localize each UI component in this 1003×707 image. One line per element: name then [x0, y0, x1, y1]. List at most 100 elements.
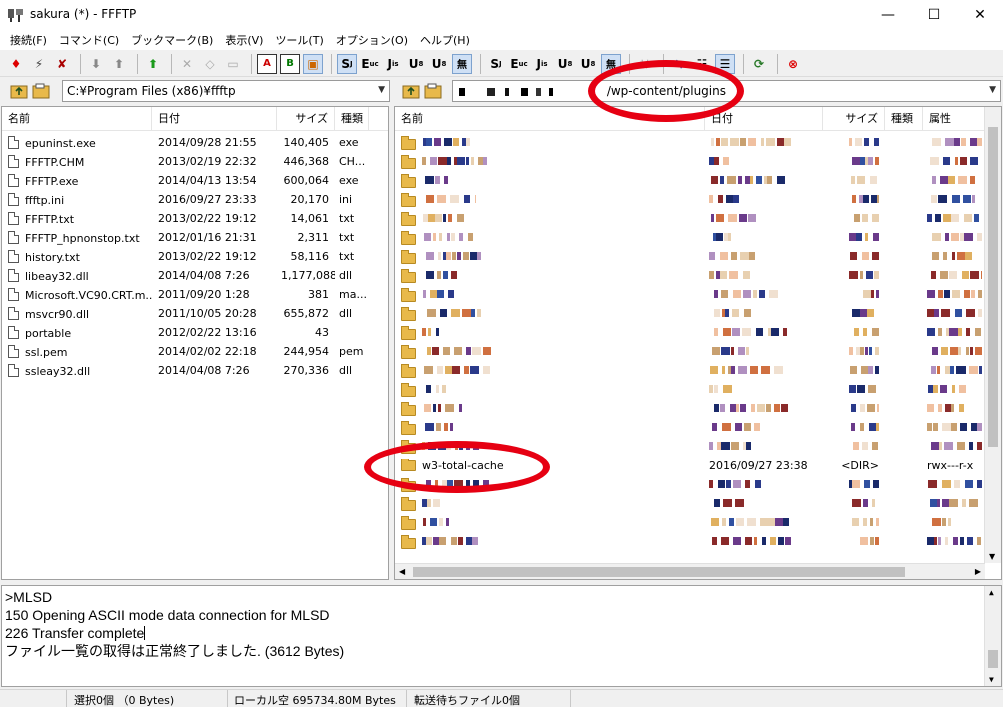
- remote-vscroll-thumb[interactable]: [988, 127, 998, 447]
- upload-icon[interactable]: ⬆: [109, 54, 129, 74]
- download-icon[interactable]: ⬇: [86, 54, 106, 74]
- scroll-left-icon[interactable]: ◀: [399, 567, 405, 576]
- local-path-combo[interactable]: C:¥Program Files (x86)¥ffftp ▼: [62, 80, 390, 102]
- remote-file-list[interactable]: 名前 日付 サイズ 種類 属性 w3-total-cache 2016/09/27…: [394, 106, 1002, 580]
- scroll-down-icon[interactable]: ▼: [989, 552, 995, 561]
- remote-folder-row-redacted[interactable]: [395, 266, 985, 285]
- rename-icon[interactable]: ◇: [200, 54, 220, 74]
- connect-icon[interactable]: ♦: [6, 54, 26, 74]
- quick-connect-icon[interactable]: ⚡: [29, 54, 49, 74]
- remote-col-size[interactable]: サイズ: [823, 107, 885, 131]
- local-file-row[interactable]: FFFTP_hpnonstop.txt 2012/01/16 21:31 2,311…: [2, 228, 369, 247]
- local-file-row[interactable]: portable 2012/02/22 13:16 43: [2, 323, 369, 342]
- remote-open-folder-icon[interactable]: [424, 82, 442, 100]
- scroll-down-icon[interactable]: ▼: [989, 675, 994, 684]
- local-file-row[interactable]: ssleay32.dll 2014/04/08 7:26 270,336 dll: [2, 361, 369, 380]
- remote-col-type[interactable]: 種類: [885, 107, 923, 131]
- remote-folder-row-redacted[interactable]: [395, 304, 985, 323]
- remote-folder-row-redacted[interactable]: [395, 380, 985, 399]
- remote-folder-row-redacted[interactable]: [395, 171, 985, 190]
- local-sjis-icon[interactable]: SJ: [486, 54, 506, 74]
- local-parent-folder-icon[interactable]: [10, 82, 28, 100]
- local-utf8bom-icon[interactable]: U8: [578, 54, 598, 74]
- remote-folder-row-redacted[interactable]: [395, 532, 985, 551]
- local-utf8n-icon[interactable]: U8: [555, 54, 575, 74]
- menu-view[interactable]: 表示(V): [219, 32, 269, 48]
- chevron-down-icon[interactable]: ▼: [989, 85, 996, 95]
- remote-col-attr[interactable]: 属性: [923, 107, 985, 131]
- host-utf8bom-icon[interactable]: U8: [429, 54, 449, 74]
- local-col-type[interactable]: 種類: [335, 107, 369, 131]
- host-no-convert-icon[interactable]: 無: [452, 53, 472, 74]
- menu-help[interactable]: ヘルプ(H): [414, 32, 476, 48]
- redacted-size: [823, 154, 885, 170]
- scroll-up-icon[interactable]: ▲: [989, 588, 994, 597]
- remote-folder-row-redacted[interactable]: [395, 494, 985, 513]
- local-jis-icon[interactable]: Jis: [532, 54, 552, 74]
- remote-horizontal-scrollbar[interactable]: ◀ ▶: [395, 563, 985, 579]
- local-file-row[interactable]: history.txt 2013/02/22 19:12 58,116 txt: [2, 247, 369, 266]
- menu-command[interactable]: コマンド(C): [53, 32, 125, 48]
- abort-icon[interactable]: ⊗: [783, 54, 803, 74]
- mirror-upload-icon[interactable]: ⬆: [143, 54, 163, 74]
- menu-options[interactable]: オプション(O): [330, 32, 414, 48]
- minimize-button[interactable]: —: [865, 0, 911, 30]
- maximize-button[interactable]: ☐: [911, 0, 957, 30]
- menu-bookmark[interactable]: ブックマーク(B): [125, 32, 219, 48]
- local-col-size[interactable]: サイズ: [277, 107, 335, 131]
- redacted-date: [705, 306, 823, 322]
- remote-hscroll-thumb[interactable]: [413, 567, 905, 577]
- local-file-row[interactable]: epuninst.exe 2014/09/28 21:55 140,405 exe: [2, 133, 369, 152]
- log-window[interactable]: >MLSD 150 Opening ASCII mode data connec…: [1, 585, 1002, 687]
- host-jis-icon[interactable]: Jis: [383, 54, 403, 74]
- menu-connect[interactable]: 接続(F): [4, 32, 53, 48]
- remote-folder-row-redacted[interactable]: [395, 361, 985, 380]
- local-file-row[interactable]: ffftp.ini 2016/09/27 23:33 20,170 ini: [2, 190, 369, 209]
- remote-folder-row-redacted[interactable]: [395, 418, 985, 437]
- remote-folder-row-redacted[interactable]: [395, 513, 985, 532]
- auto-mode-icon[interactable]: ▣: [303, 53, 323, 74]
- remote-parent-folder-icon[interactable]: [402, 82, 420, 100]
- ascii-mode-icon[interactable]: A: [257, 53, 277, 74]
- binary-mode-icon[interactable]: B: [280, 53, 300, 74]
- remote-folder-row-redacted[interactable]: [395, 152, 985, 171]
- local-file-list[interactable]: 名前 日付 サイズ 種類 epuninst.exe 2014/09/28 21:5…: [1, 106, 389, 580]
- scroll-right-icon[interactable]: ▶: [975, 567, 981, 576]
- chevron-down-icon[interactable]: ▼: [378, 85, 385, 95]
- redacted-name: [422, 213, 464, 227]
- local-col-name[interactable]: 名前: [2, 107, 152, 131]
- local-file-row[interactable]: libeay32.dll 2014/04/08 7:26 1,177,088 dll: [2, 266, 369, 285]
- remote-folder-row-redacted[interactable]: [395, 342, 985, 361]
- remote-folder-row-redacted[interactable]: [395, 228, 985, 247]
- local-file-row[interactable]: FFFTP.exe 2014/04/13 13:54 600,064 exe: [2, 171, 369, 190]
- disconnect-icon[interactable]: ✘: [52, 54, 72, 74]
- remote-folder-row-redacted[interactable]: [395, 190, 985, 209]
- local-open-folder-icon[interactable]: [32, 82, 50, 100]
- local-col-date[interactable]: 日付: [152, 107, 277, 131]
- close-button[interactable]: ✕: [957, 0, 1003, 30]
- folder-icon: [401, 249, 416, 264]
- refresh-icon[interactable]: ⟳: [749, 54, 769, 74]
- remote-folder-row-redacted[interactable]: [395, 399, 985, 418]
- remote-folder-row-redacted[interactable]: [395, 285, 985, 304]
- log-scrollbar[interactable]: ▲ ▼: [984, 586, 1001, 686]
- remote-folder-row-redacted[interactable]: [395, 323, 985, 342]
- remote-folder-row-redacted[interactable]: [395, 209, 985, 228]
- delete-icon[interactable]: ✕: [177, 54, 197, 74]
- remote-folder-row-redacted[interactable]: [395, 247, 985, 266]
- local-euc-icon[interactable]: Euc: [509, 54, 529, 74]
- local-file-row[interactable]: FFFTP.CHM 2013/02/19 22:32 446,368 CH...: [2, 152, 369, 171]
- log-scroll-thumb[interactable]: [988, 650, 998, 668]
- menu-tools[interactable]: ツール(T): [269, 32, 329, 48]
- local-file-row[interactable]: ssl.pem 2014/02/02 22:18 244,954 pem: [2, 342, 369, 361]
- local-file-row[interactable]: msvcr90.dll 2011/10/05 20:28 655,872 dll: [2, 304, 369, 323]
- remote-vertical-scrollbar[interactable]: ▼: [984, 107, 1001, 563]
- local-file-row[interactable]: FFFTP.txt 2013/02/22 19:12 14,061 txt: [2, 209, 369, 228]
- redacted-date: [705, 230, 823, 246]
- host-utf8n-icon[interactable]: U8: [406, 54, 426, 74]
- local-file-row[interactable]: Microsoft.VC90.CRT.m... 2011/09/20 1:28 38…: [2, 285, 369, 304]
- mkdir-icon[interactable]: ▭: [223, 54, 243, 74]
- remote-folder-row-redacted[interactable]: [395, 133, 985, 152]
- host-euc-icon[interactable]: Euc: [360, 54, 380, 74]
- host-sjis-icon[interactable]: SJ: [337, 53, 357, 74]
